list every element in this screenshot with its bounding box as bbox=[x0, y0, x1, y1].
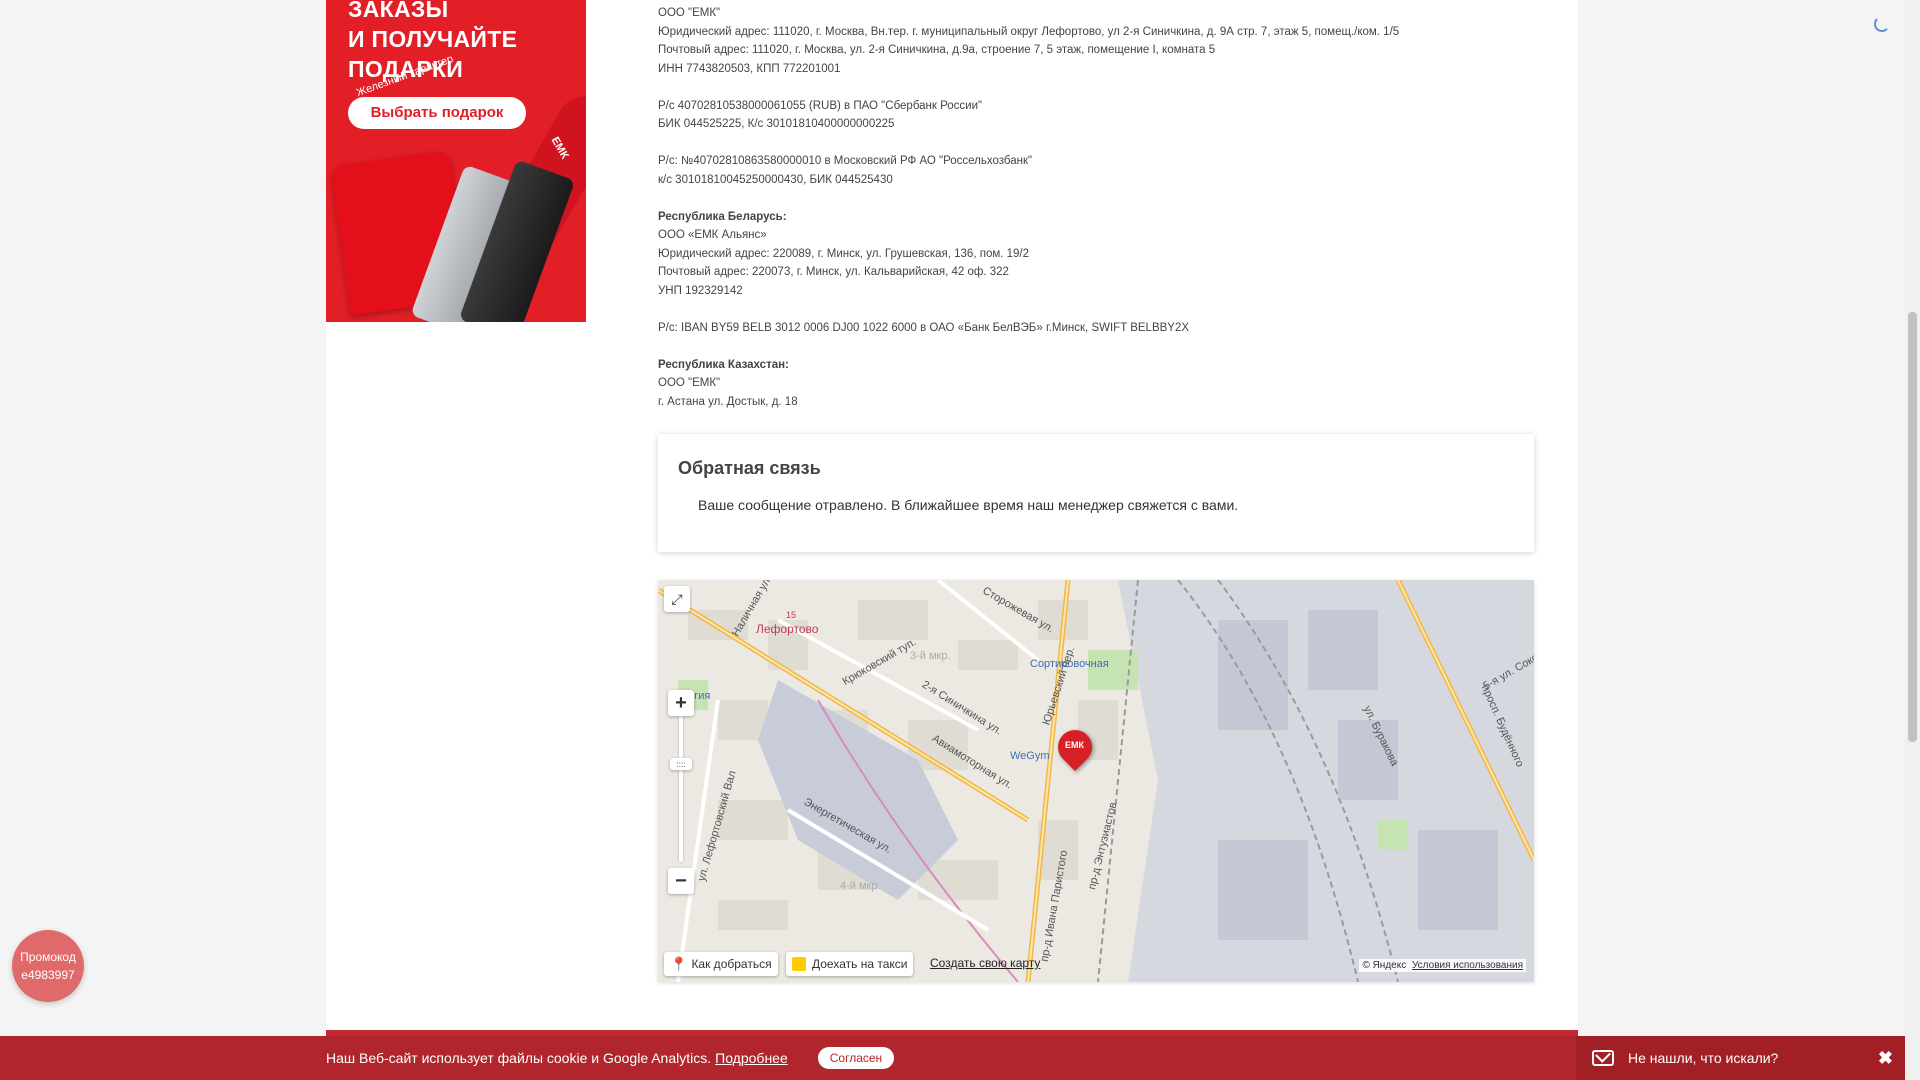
requisite-line: Почтовый адрес: 111020, г. Москва, ул. 2… bbox=[658, 44, 1216, 56]
yandex-map[interactable]: Лефортово 15 Сортировочная WeGym Энергия… bbox=[658, 580, 1534, 982]
zoom-slider[interactable] bbox=[679, 702, 683, 862]
zoom-handle[interactable]: :::: bbox=[670, 758, 692, 770]
choose-gift-button[interactable]: Выбрать подарок bbox=[348, 97, 526, 129]
requisite-line: Юридический адрес: 220089, г. Минск, ул.… bbox=[658, 247, 1030, 260]
section-heading-kazakhstan: Республика Казахстан: bbox=[658, 358, 789, 371]
banner-line: И ПОЛУЧАЙТЕ bbox=[348, 26, 518, 52]
requisite-line: г. Астана ул. Достык, д. 18 bbox=[658, 395, 798, 408]
cookie-content: Наш Веб-сайт использует файлы cookie и G… bbox=[326, 1036, 895, 1080]
zoom-in-icon[interactable]: + bbox=[668, 690, 694, 716]
requisite-line: ООО «ЕМК Альянс» bbox=[658, 229, 767, 241]
banner-line: ЗАКАЗЫ bbox=[348, 0, 449, 22]
requisite-line: БИК 044525225, К/с 30101810400000000225 bbox=[658, 118, 895, 130]
search-help-widget[interactable]: Не нашли, что искали? ✖ bbox=[1576, 1036, 1905, 1080]
map-label-mkr4: 4-й мкр. bbox=[840, 880, 881, 892]
create-map-link[interactable]: Создать свою карту bbox=[930, 956, 1040, 970]
taxi-button-label: Доехать на такси bbox=[812, 957, 908, 971]
route-button[interactable]: 📍 Как добраться bbox=[664, 952, 778, 976]
company-requisites: ООО "ЕМК" Юридический адрес: 111020, г. … bbox=[658, 4, 1399, 411]
zoom-out-icon[interactable]: − bbox=[668, 868, 694, 894]
requisite-line: Р/с: №40702810863580000010 в Московский … bbox=[658, 155, 1033, 167]
yandex-copyright: © Яндекс bbox=[1362, 960, 1407, 971]
requisite-line: Р/с: IBAN BY59 BELB 3012 0006 DJ00 1022 … bbox=[658, 321, 1190, 334]
search-help-text: Не нашли, что искали? bbox=[1628, 1050, 1779, 1066]
terms-link[interactable]: Условия использования bbox=[1412, 960, 1523, 971]
requisite-line: Почтовый адрес: 220073, г. Минск, ул. Ка… bbox=[658, 266, 1009, 278]
promo-banner[interactable]: ЗАКАЗЫ И ПОЛУЧАЙТЕ ПОДАРКИ Выбрать подар… bbox=[326, 0, 586, 322]
promo-label: Промокод bbox=[20, 950, 76, 964]
map-label-lefortovo: Лефортово bbox=[756, 622, 819, 636]
fullscreen-icon[interactable]: ⤢ bbox=[664, 586, 690, 612]
map-label-metro-line: 15 bbox=[786, 610, 797, 620]
map-label-wegym: WeGym bbox=[1010, 750, 1050, 762]
requisite-line: УНП 192329142 bbox=[658, 284, 743, 297]
cookie-more-link[interactable]: Подробнее bbox=[715, 1050, 788, 1066]
promo-code-badge[interactable]: Промокод e4983997 bbox=[12, 930, 84, 1002]
requisite-line: ИНН 7743820503, КПП 772201001 bbox=[658, 62, 841, 75]
cookie-accept-button[interactable]: Согласен bbox=[817, 1047, 895, 1069]
route-button-label: Как добраться bbox=[691, 957, 772, 971]
requisite-line: ООО "ЕМК" bbox=[658, 7, 721, 19]
loading-spinner-icon bbox=[1874, 16, 1890, 32]
office-marker-label: ЕМК bbox=[1065, 740, 1084, 750]
pin-icon: 📍 bbox=[670, 955, 688, 972]
taxi-icon bbox=[792, 957, 806, 971]
feedback-title: Обратная связь bbox=[678, 458, 821, 478]
requisite-line: Юридический адрес: 111020, г. Москва, Вн… bbox=[658, 25, 1400, 38]
promo-code-value: e4983997 bbox=[21, 968, 75, 982]
cookie-text: Наш Веб-сайт использует файлы cookie и G… bbox=[326, 1050, 712, 1066]
requisite-line: к/с 30101810045250000430, БИК 044525430 bbox=[658, 173, 893, 186]
requisite-line: Р/с 40702810538000061055 (RUB) в ПАО "Сб… bbox=[658, 99, 983, 112]
mail-icon bbox=[1592, 1050, 1614, 1066]
scrollbar-thumb[interactable] bbox=[1908, 312, 1917, 742]
map-canvas[interactable] bbox=[658, 580, 1534, 982]
map-label-mkr3: 3-й мкр. bbox=[910, 650, 951, 662]
taxi-button[interactable]: Доехать на такси bbox=[786, 952, 914, 976]
map-copyright: © Яндекс Условия использования bbox=[1359, 959, 1526, 972]
close-icon[interactable]: ✖ bbox=[1878, 1048, 1893, 1069]
requisite-line: ООО "ЕМК" bbox=[658, 377, 721, 389]
feedback-panel: Обратная связь Ваше сообщение отравлено.… bbox=[658, 434, 1534, 552]
feedback-success-message: Ваше сообщение отравлено. В ближайшее вр… bbox=[698, 497, 1239, 513]
page-scrollbar[interactable] bbox=[1905, 0, 1920, 1080]
section-heading-belarus: Республика Беларусь: bbox=[658, 210, 787, 223]
